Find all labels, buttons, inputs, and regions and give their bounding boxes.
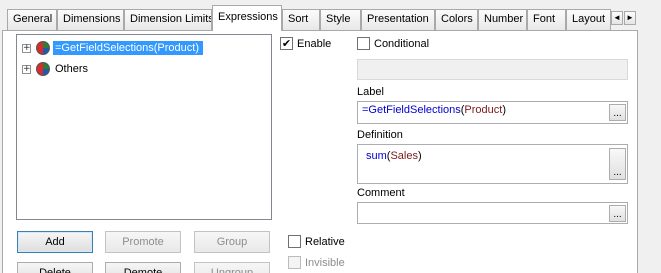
group-button[interactable]: Group bbox=[194, 231, 270, 253]
relative-checkbox[interactable] bbox=[288, 235, 301, 248]
definition-input[interactable]: sum(Sales) ... bbox=[357, 144, 628, 184]
tab-bar: General Dimensions Dimension Limits Expr… bbox=[0, 0, 661, 31]
conditional-input[interactable] bbox=[357, 59, 628, 80]
definition-argument: Sales bbox=[390, 150, 418, 162]
expand-icon[interactable]: + bbox=[22, 43, 31, 53]
tab-dimensions[interactable]: Dimensions bbox=[57, 9, 124, 30]
dialog-edge bbox=[639, 30, 661, 273]
relative-label: Relative bbox=[305, 235, 345, 248]
enable-checkbox-row[interactable]: ✔ Enable bbox=[280, 37, 331, 50]
demote-button[interactable]: Demote bbox=[105, 262, 181, 273]
invisible-checkbox-row[interactable]: Invisible bbox=[288, 256, 345, 269]
tab-general[interactable]: General bbox=[7, 9, 57, 30]
expressions-tree[interactable]: + =GetFieldSelections(Product) + Others bbox=[16, 34, 272, 220]
tree-item-label[interactable]: =GetFieldSelections(Product) bbox=[53, 41, 203, 55]
tab-font[interactable]: Font bbox=[527, 9, 566, 30]
tab-presentation[interactable]: Presentation bbox=[361, 9, 435, 30]
comment-input[interactable]: ... bbox=[357, 202, 628, 224]
tab-scroll-right-button[interactable]: ► bbox=[624, 11, 636, 25]
enable-checkbox[interactable]: ✔ bbox=[280, 37, 293, 50]
definition-close-paren: ) bbox=[417, 150, 422, 162]
pie-chart-icon bbox=[36, 41, 50, 55]
conditional-checkbox-row[interactable]: Conditional bbox=[357, 37, 429, 50]
label-close-paren: ) bbox=[502, 104, 507, 116]
tab-style[interactable]: Style bbox=[320, 9, 361, 30]
definition-function: sum bbox=[366, 150, 387, 162]
tree-item-expression[interactable]: + =GetFieldSelections(Product) bbox=[22, 39, 203, 57]
tab-dimension-limits[interactable]: Dimension Limits bbox=[124, 9, 212, 30]
tab-sort[interactable]: Sort bbox=[282, 9, 320, 30]
tab-scroll-left-button[interactable]: ◄ bbox=[611, 11, 623, 25]
ungroup-button[interactable]: Ungroup bbox=[194, 262, 270, 273]
invisible-label: Invisible bbox=[305, 256, 345, 269]
conditional-label: Conditional bbox=[374, 37, 430, 50]
expand-icon[interactable]: + bbox=[22, 64, 31, 74]
tree-item-label[interactable]: Others bbox=[53, 62, 90, 76]
invisible-checkbox[interactable] bbox=[288, 256, 301, 269]
chart-properties-dialog: General Dimensions Dimension Limits Expr… bbox=[0, 0, 661, 273]
delete-button[interactable]: Delete bbox=[17, 262, 93, 273]
conditional-checkbox[interactable] bbox=[357, 37, 370, 50]
tree-item-others[interactable]: + Others bbox=[22, 60, 90, 78]
tab-number[interactable]: Number bbox=[478, 9, 527, 30]
label-value: =GetFieldSelections(Product) bbox=[362, 104, 506, 116]
label-function: =GetFieldSelections bbox=[362, 104, 461, 116]
definition-expression-button[interactable]: ... bbox=[609, 148, 626, 180]
comment-field-title: Comment bbox=[357, 187, 405, 199]
relative-checkbox-row[interactable]: Relative bbox=[288, 235, 345, 248]
definition-value: sum(Sales) bbox=[366, 150, 422, 162]
label-field-title: Label bbox=[357, 86, 384, 98]
tab-colors[interactable]: Colors bbox=[435, 9, 478, 30]
comment-expression-button[interactable]: ... bbox=[609, 205, 626, 222]
definition-field-title: Definition bbox=[357, 129, 403, 141]
label-input[interactable]: =GetFieldSelections(Product) ... bbox=[357, 101, 628, 124]
add-button[interactable]: Add bbox=[17, 231, 93, 253]
enable-label: Enable bbox=[297, 37, 332, 50]
tab-expressions[interactable]: Expressions bbox=[212, 5, 282, 31]
label-argument: Product bbox=[464, 104, 503, 116]
promote-button[interactable]: Promote bbox=[105, 231, 181, 253]
pie-chart-icon bbox=[36, 62, 50, 76]
label-expression-button[interactable]: ... bbox=[609, 104, 626, 121]
tab-layout[interactable]: Layout bbox=[566, 9, 611, 30]
